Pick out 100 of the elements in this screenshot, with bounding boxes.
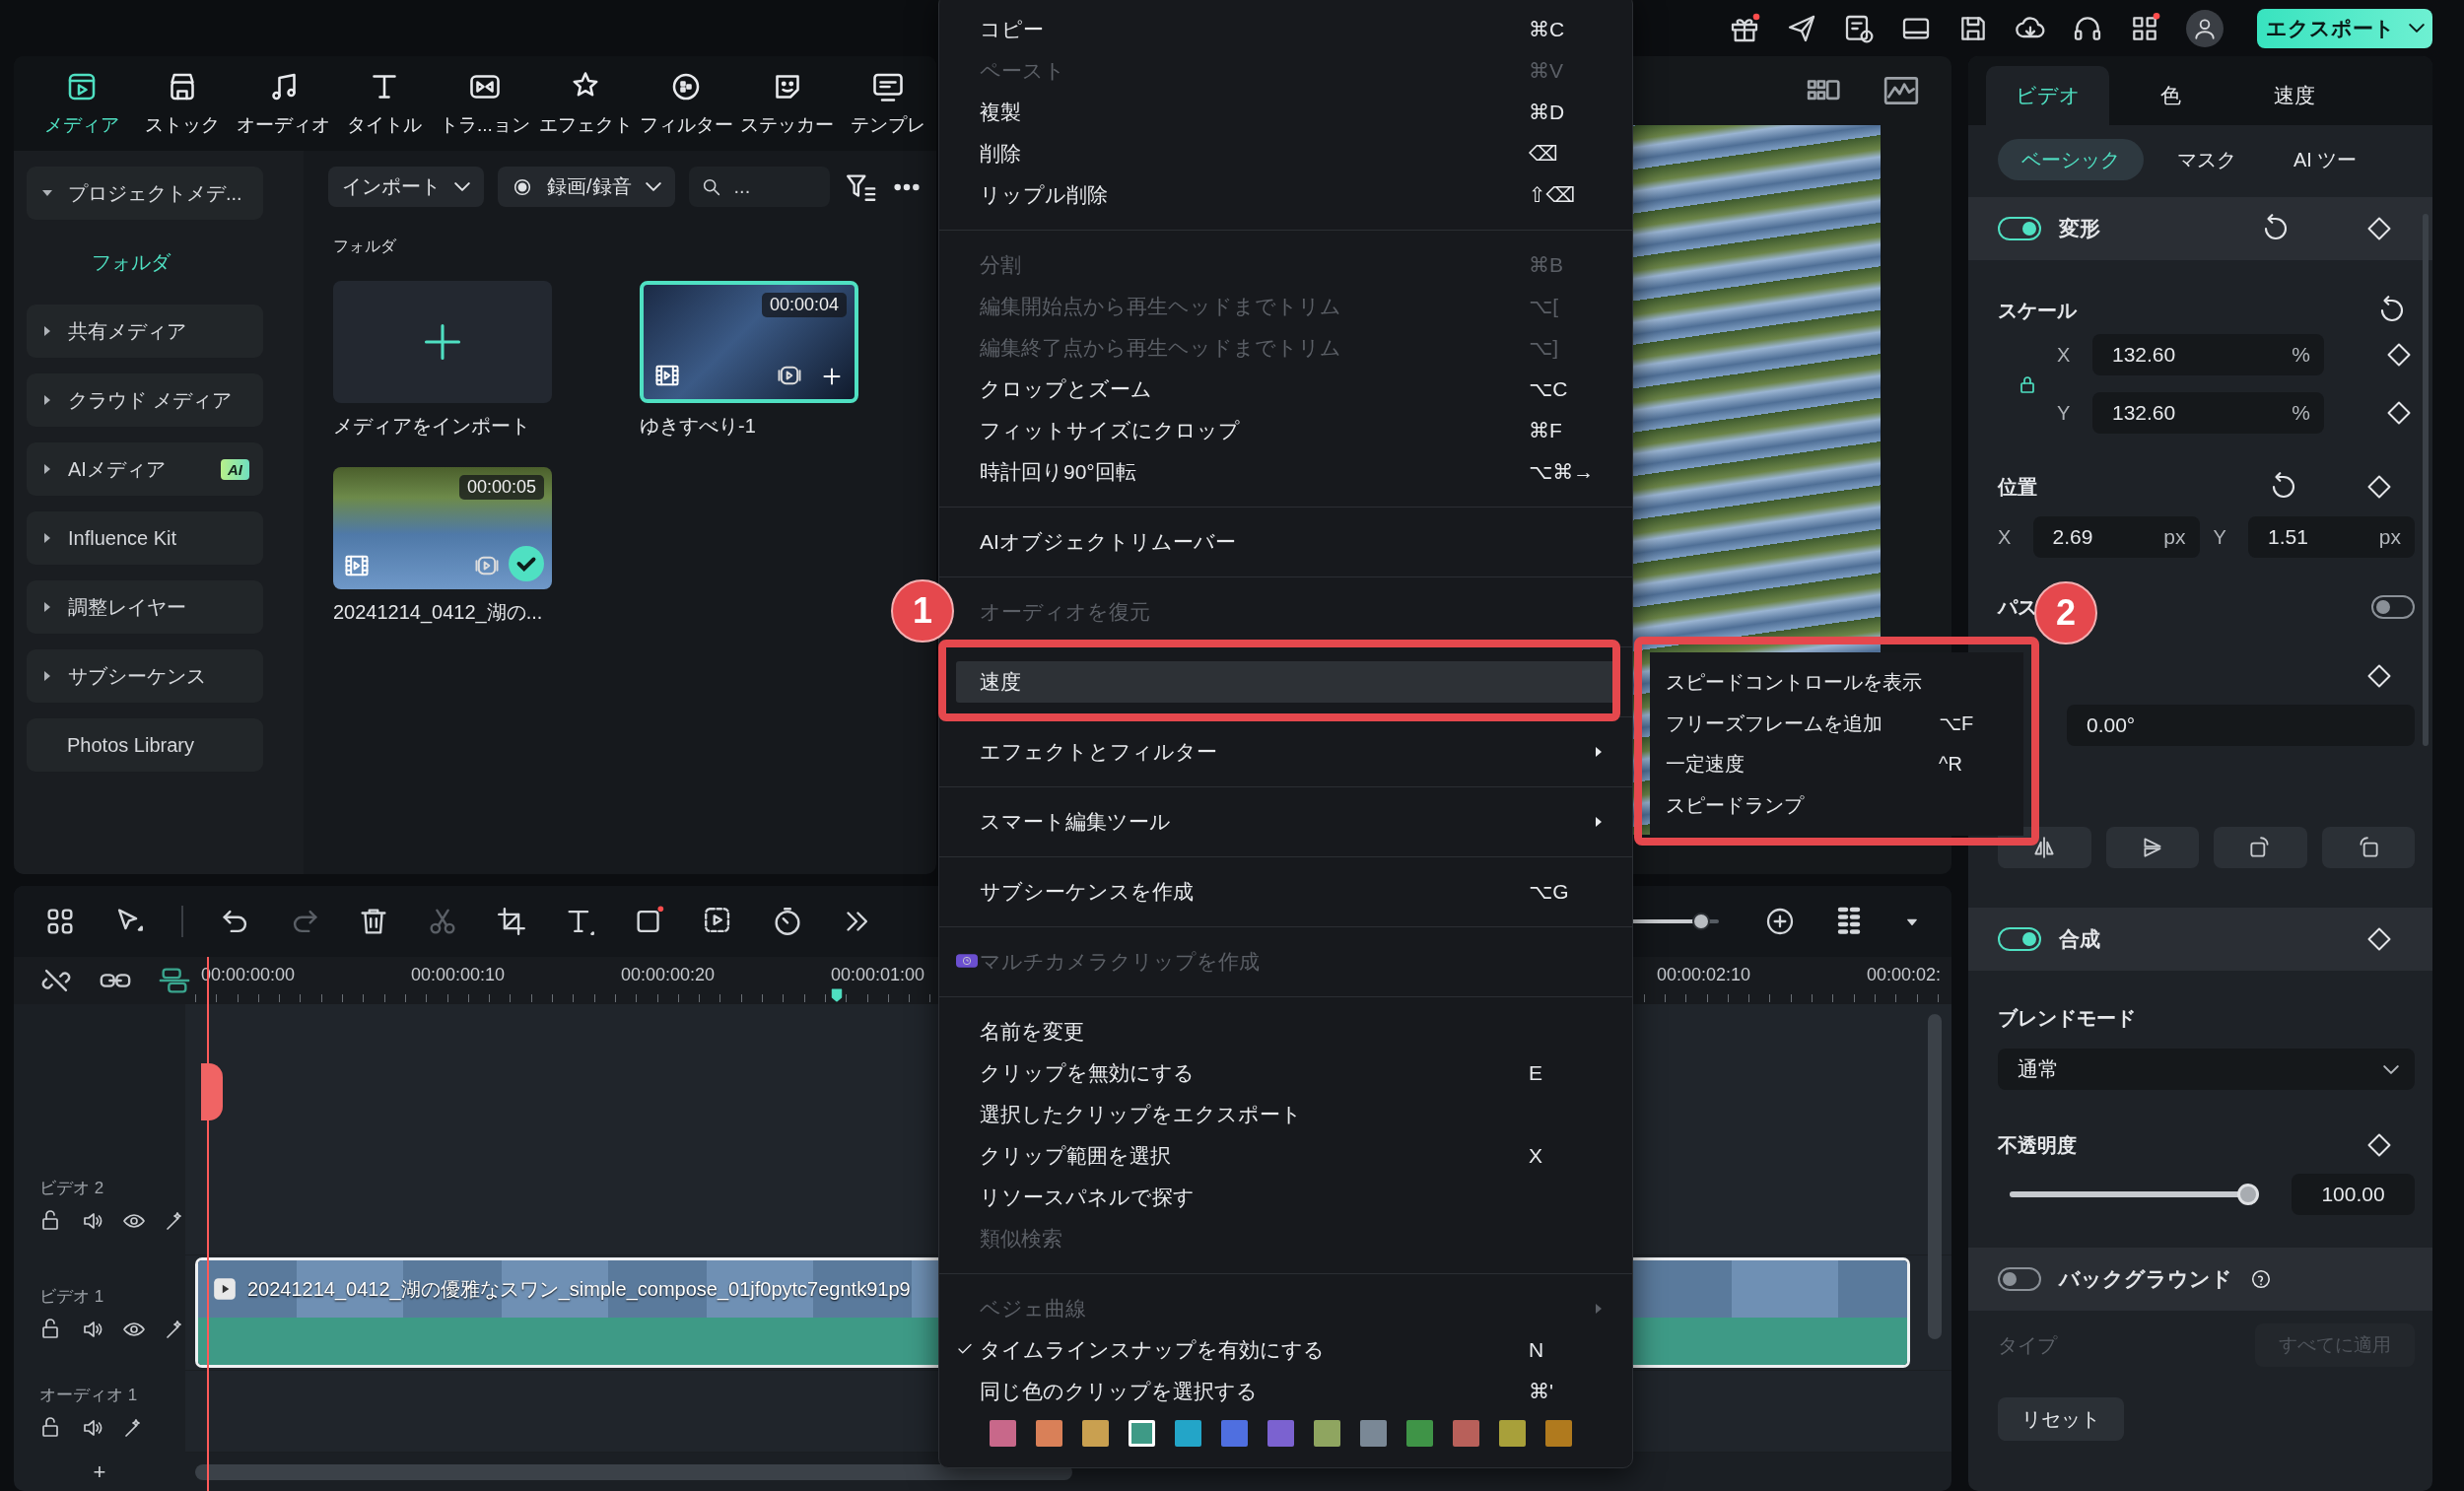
- toggle-switch[interactable]: [2371, 595, 2415, 619]
- rotate-right-button[interactable]: [2214, 827, 2307, 868]
- keyframe-diamond-icon[interactable]: [2365, 662, 2393, 690]
- number-field[interactable]: 2.69 px: [2032, 516, 2200, 558]
- menu-item[interactable]: クリップ範囲を選択 X: [956, 1135, 1615, 1177]
- menu-item[interactable]: スピードコントロールを表示: [1650, 662, 2023, 704]
- keyframe-diamond-icon[interactable]: [2385, 399, 2413, 427]
- keyframe-diamond-icon[interactable]: [2365, 215, 2393, 242]
- menu-item[interactable]: 一定速度 ^R: [1650, 744, 2023, 785]
- rotation-field[interactable]: 0.00°: [2067, 705, 2415, 746]
- menu-item[interactable]: スマート編集ツール: [956, 801, 1615, 843]
- export-button[interactable]: エクスポート: [2257, 8, 2432, 48]
- color-swatch[interactable]: [1499, 1419, 1526, 1447]
- color-swatch[interactable]: [990, 1419, 1016, 1447]
- menu-item[interactable]: エフェクトとフィルター: [956, 731, 1615, 773]
- sub-tab[interactable]: ベーシック: [1998, 139, 2144, 180]
- section-title: 合成: [2059, 926, 2100, 952]
- keyframe-diamond-icon[interactable]: [2365, 473, 2393, 501]
- number-field[interactable]: 1.51 px: [2248, 516, 2415, 558]
- reset-button[interactable]: リセット: [1998, 1397, 2124, 1441]
- video-thumbnail[interactable]: 00:00:05: [333, 467, 552, 589]
- flip-vertical-button[interactable]: [2105, 827, 2199, 868]
- sidebar-item[interactable]: プロジェクトメデ...: [27, 167, 263, 220]
- color-swatch[interactable]: [1360, 1419, 1387, 1447]
- inspector-tab[interactable]: ビデオ: [1986, 66, 2109, 125]
- toggle-switch[interactable]: [1998, 1267, 2041, 1291]
- menu-item[interactable]: 速度: [956, 661, 1615, 703]
- sidebar-item[interactable]: 共有メディア: [27, 305, 263, 358]
- color-swatch[interactable]: [1082, 1419, 1109, 1447]
- gift-icon[interactable]: [1729, 12, 1760, 44]
- vertical-scrollbar[interactable]: [1928, 1014, 1942, 1339]
- media-tab[interactable]: メディア: [34, 69, 131, 138]
- toggle-switch[interactable]: [1998, 927, 2041, 951]
- menu-item[interactable]: リップル削除 ⇧⌫: [956, 174, 1615, 216]
- media-tab[interactable]: フィルター: [638, 69, 735, 138]
- search-field[interactable]: ...: [688, 167, 830, 207]
- sidebar-item[interactable]: Photos Library: [27, 718, 263, 772]
- video-thumbnail[interactable]: 00:00:04: [640, 281, 858, 403]
- folder-item[interactable]: フォルダ: [27, 236, 304, 289]
- color-swatch[interactable]: [1175, 1419, 1201, 1447]
- menu-item[interactable]: スピードランプ: [1650, 784, 2023, 826]
- color-swatch[interactable]: [1406, 1419, 1433, 1447]
- playhead-handle[interactable]: [201, 1063, 223, 1120]
- horizontal-scrollbar[interactable]: [195, 1464, 1072, 1480]
- color-swatch[interactable]: [1221, 1419, 1248, 1447]
- sidebar-item[interactable]: 調整レイヤー: [27, 580, 263, 634]
- menu-item[interactable]: タイムラインスナップを有効にする N: [956, 1329, 1615, 1371]
- toggle-switch[interactable]: [1998, 217, 2041, 240]
- media-tab[interactable]: ストック: [134, 69, 232, 138]
- menu-item[interactable]: 削除 ⌫: [956, 133, 1615, 174]
- slider-thumb[interactable]: [1692, 913, 1710, 930]
- media-tab[interactable]: トラ...ョン: [436, 69, 534, 138]
- menu-item[interactable]: フリーズフレームを追加 ⌥F: [1650, 703, 2023, 744]
- sub-tab[interactable]: AI ツー: [2270, 139, 2381, 180]
- color-swatch[interactable]: [1267, 1419, 1294, 1447]
- media-tab[interactable]: オーディオ: [235, 69, 332, 138]
- inspector-tab[interactable]: 色: [2109, 66, 2232, 125]
- import-tile[interactable]: [333, 281, 552, 403]
- inspector-tab[interactable]: 速度: [2232, 66, 2356, 125]
- menu-item[interactable]: 時計回り90°回転 ⌥⌘→: [956, 451, 1615, 493]
- menu-item[interactable]: サブシーケンスを作成 ⌥G: [956, 871, 1615, 913]
- sidebar-item[interactable]: AIメディア AI: [27, 442, 263, 496]
- blend-mode-dropdown[interactable]: 通常: [1998, 1049, 2415, 1090]
- rotate-left-button[interactable]: [2321, 827, 2415, 868]
- menu-item[interactable]: 同じ色のクリップを選択する ⌘': [956, 1371, 1615, 1412]
- menu-item[interactable]: コピー ⌘C: [956, 9, 1615, 50]
- number-field[interactable]: 132.60 %: [2092, 334, 2324, 375]
- opacity-field[interactable]: 100.00: [2292, 1174, 2415, 1215]
- import-dropdown[interactable]: インポート: [328, 167, 484, 207]
- color-swatch[interactable]: [1453, 1419, 1479, 1447]
- menu-item[interactable]: リソースパネルで探す: [956, 1177, 1615, 1218]
- zoom-in-icon[interactable]: [1764, 906, 1796, 937]
- media-tab[interactable]: タイトル: [335, 69, 433, 138]
- keyframe-diamond-icon[interactable]: [2365, 1131, 2393, 1159]
- sub-tab[interactable]: マスク: [2154, 139, 2260, 180]
- menu-item[interactable]: クリップを無効にする E: [956, 1052, 1615, 1094]
- color-swatch[interactable]: [1036, 1419, 1062, 1447]
- color-swatch[interactable]: [1129, 1419, 1155, 1447]
- sidebar-item[interactable]: サブシーケンス: [27, 649, 263, 703]
- number-field[interactable]: 132.60 %: [2092, 392, 2324, 434]
- media-tab[interactable]: テンプレ: [839, 69, 936, 138]
- color-swatch[interactable]: [1314, 1419, 1340, 1447]
- add-track-button[interactable]: +: [14, 1459, 185, 1485]
- color-swatch[interactable]: [1545, 1419, 1572, 1447]
- help-icon[interactable]: [2250, 1268, 2272, 1290]
- menu-item[interactable]: 選択したクリップをエクスポート: [956, 1094, 1615, 1135]
- panel-scrollbar[interactable]: [2423, 214, 2429, 746]
- menu-item[interactable]: クロップとズーム ⌥C: [956, 369, 1615, 410]
- sidebar-item[interactable]: Influence Kit: [27, 511, 263, 565]
- menu-item[interactable]: 複製 ⌘D: [956, 92, 1615, 133]
- menu-item[interactable]: 名前を変更: [956, 1011, 1615, 1052]
- menu-item[interactable]: フィットサイズにクロップ ⌘F: [956, 410, 1615, 451]
- media-tab[interactable]: エフェクト: [537, 69, 635, 138]
- keyframe-diamond-icon[interactable]: [2365, 925, 2393, 953]
- crop-icon[interactable]: [495, 905, 528, 938]
- media-tab[interactable]: ステッカー: [738, 69, 836, 138]
- menu-item[interactable]: AIオブジェクトリムーバー: [956, 521, 1615, 563]
- sidebar-item[interactable]: クラウド メディア: [27, 373, 263, 427]
- keyframe-diamond-icon[interactable]: [2385, 341, 2413, 369]
- record-dropdown[interactable]: 録画/録音: [498, 167, 675, 207]
